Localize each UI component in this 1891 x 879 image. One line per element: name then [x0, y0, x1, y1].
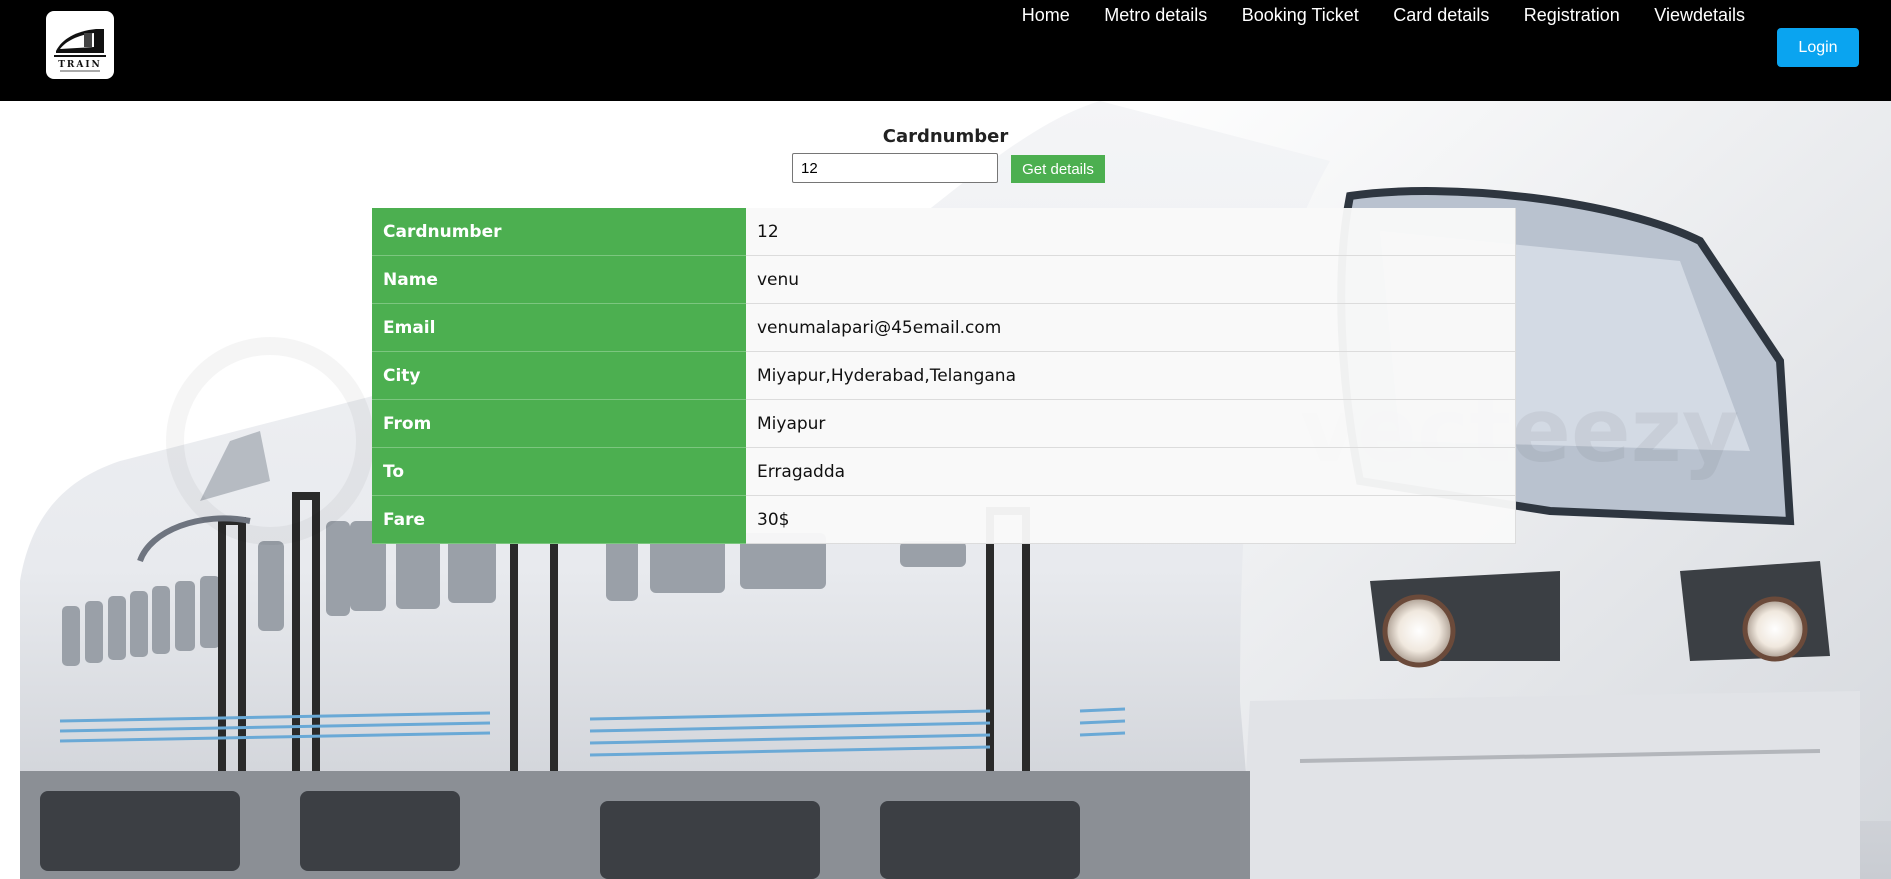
nav-home-link[interactable]: Home [1022, 4, 1070, 26]
cardnumber-label: Cardnumber [882, 126, 1009, 147]
row-key-city: City [372, 351, 746, 400]
row-value-city: Miyapur,Hyderabad,Telangana [746, 351, 1516, 400]
row-key-name: Name [372, 255, 746, 304]
nav-menu: Home Metro details Booking Ticket Card d… [992, 4, 1745, 28]
nav-registration-link[interactable]: Registration [1524, 4, 1620, 26]
login-button[interactable]: Login [1777, 28, 1859, 67]
cardnumber-input[interactable] [792, 153, 998, 183]
nav-card-details-link[interactable]: Card details [1393, 4, 1489, 26]
row-value-fare: 30$ [746, 495, 1516, 544]
row-key-cardnumber: Cardnumber [372, 208, 746, 256]
train-logo-icon: TRAIN [54, 29, 106, 72]
row-value-cardnumber: 12 [746, 208, 1516, 256]
nav-metro-details-link[interactable]: Metro details [1104, 4, 1207, 26]
table-row: Fare 30$ [372, 495, 1516, 544]
get-details-button[interactable]: Get details [1011, 155, 1105, 183]
row-key-from: From [372, 399, 746, 448]
table-row: From Miyapur [372, 399, 1516, 448]
row-value-to: Erragadda [746, 447, 1516, 496]
row-key-fare: Fare [372, 495, 746, 544]
row-value-from: Miyapur [746, 399, 1516, 448]
row-value-email: venumalapari@45email.com [746, 303, 1516, 352]
row-value-name: venu [746, 255, 1516, 304]
row-key-to: To [372, 447, 746, 496]
top-navbar: TRAIN Home Metro details Booking Ticket … [0, 0, 1891, 101]
train-logo[interactable]: TRAIN [46, 11, 114, 79]
card-details-table: Cardnumber 12 Name venu Email venumalapa… [372, 208, 1516, 544]
row-key-email: Email [372, 303, 746, 352]
table-row: City Miyapur,Hyderabad,Telangana [372, 351, 1516, 400]
table-row: To Erragadda [372, 447, 1516, 496]
nav-booking-ticket-link[interactable]: Booking Ticket [1242, 4, 1359, 26]
table-row: Name venu [372, 255, 1516, 304]
table-row: Email venumalapari@45email.com [372, 303, 1516, 352]
logo-text: TRAIN [58, 60, 102, 70]
nav-viewdetails-link[interactable]: Viewdetails [1654, 4, 1745, 26]
table-row: Cardnumber 12 [372, 208, 1516, 256]
